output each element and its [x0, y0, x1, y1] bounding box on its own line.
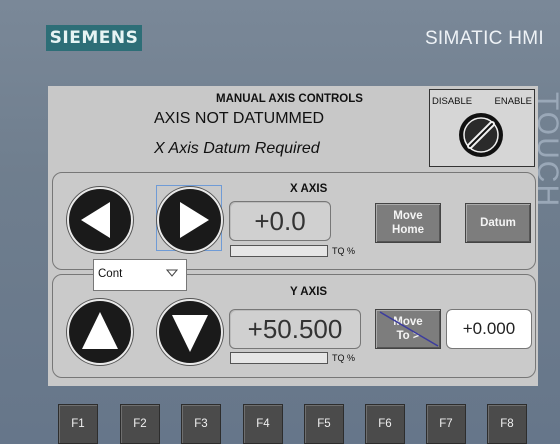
move-home-button[interactable]: Move Home [375, 203, 441, 243]
datum-label: Datum [480, 217, 516, 229]
enable-key-switch[interactable]: DISABLE ENABLE [429, 89, 535, 167]
jog-mode-value: Cont [98, 268, 123, 280]
x-jog-left-button[interactable] [67, 187, 133, 253]
move-home-label: Move Home [392, 210, 424, 236]
f4-key[interactable]: F4 [243, 404, 283, 444]
x-axis-title: X AXIS [290, 183, 328, 195]
x-axis-panel: X AXIS +0.0 TQ % Move Home Datum [52, 172, 536, 270]
y-position-display: +50.500 [229, 309, 361, 349]
axis-status-message: AXIS NOT DATUMMED [154, 110, 325, 127]
f3-key[interactable]: F3 [181, 404, 221, 444]
chevron-down-icon [166, 269, 178, 277]
x-torque-label: TQ % [332, 246, 356, 256]
siemens-logo: SIEMENS [46, 25, 142, 51]
disabled-strike-icon [379, 311, 439, 347]
x-jog-right-button[interactable] [157, 187, 223, 253]
move-to-button[interactable]: Move To > [375, 309, 441, 349]
datum-required-message: X Axis Datum Required [154, 140, 320, 157]
jog-mode-dropdown[interactable]: Cont [93, 259, 187, 291]
f8-key[interactable]: F8 [487, 404, 527, 444]
y-jog-down-button[interactable] [157, 299, 223, 365]
f2-key[interactable]: F2 [120, 404, 160, 444]
hmi-screen: MANUAL AXIS CONTROLS AXIS NOT DATUMMED X… [48, 86, 538, 386]
y-target-input[interactable]: +0.000 [446, 309, 532, 349]
right-arrow-icon [180, 202, 209, 238]
enable-label: ENABLE [494, 96, 533, 107]
y-torque-bar [230, 352, 328, 364]
down-arrow-icon [172, 315, 208, 352]
datum-button[interactable]: Datum [465, 203, 531, 243]
f5-key[interactable]: F5 [304, 404, 344, 444]
disable-label: DISABLE [432, 96, 473, 107]
up-arrow-icon [82, 312, 118, 349]
y-torque-label: TQ % [332, 353, 356, 363]
x-torque-bar [230, 245, 328, 257]
f7-key[interactable]: F7 [426, 404, 466, 444]
screen-title: MANUAL AXIS CONTROLS [216, 93, 363, 105]
touch-label: TOUCH [531, 92, 560, 209]
x-position-display: +0.0 [229, 201, 331, 241]
f6-key[interactable]: F6 [365, 404, 405, 444]
f1-key[interactable]: F1 [58, 404, 98, 444]
key-knob-icon [459, 113, 503, 157]
y-jog-up-button[interactable] [67, 299, 133, 365]
left-arrow-icon [81, 202, 110, 238]
y-axis-title: Y AXIS [290, 286, 328, 298]
product-name: SIMATIC HMI [424, 28, 544, 49]
